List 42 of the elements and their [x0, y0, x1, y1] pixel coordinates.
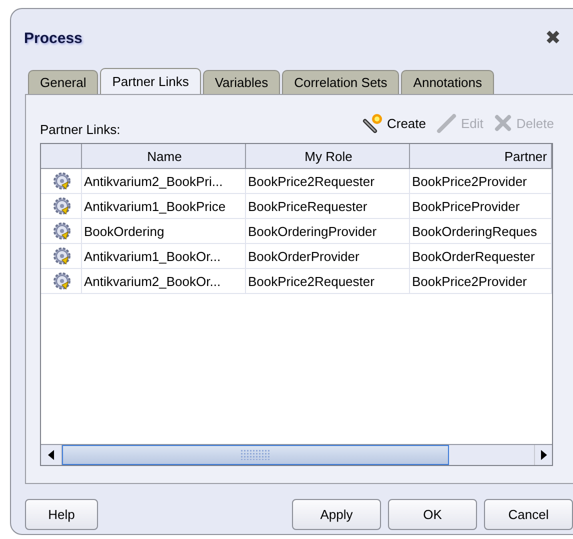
right-arrow-icon [540, 450, 546, 460]
table-cell: BookPrice2Provider [410, 269, 552, 294]
column-header[interactable]: Name [82, 144, 246, 169]
section-label: Partner Links: [40, 122, 120, 136]
table-cell: Antikvarium2_BookPri... [82, 169, 246, 194]
gear-icon [53, 197, 71, 215]
tab[interactable]: Correlation Sets [282, 70, 400, 94]
table-cell: BookOrderRequester [410, 244, 552, 269]
table-cell: Antikvarium1_BookOr... [82, 244, 246, 269]
ok-button[interactable]: OK [388, 499, 477, 530]
left-arrow-icon [48, 450, 54, 460]
tab[interactable]: General [28, 70, 98, 94]
gear-icon [53, 272, 71, 290]
table-cell: BookPrice2Requester [246, 169, 410, 194]
table-cell: Antikvarium1_BookPrice [82, 194, 246, 219]
table-cell: BookPrice2Requester [246, 269, 410, 294]
delete-icon [493, 113, 514, 133]
wand-icon [362, 113, 384, 133]
table-cell: BookOrdering [82, 219, 246, 244]
gear-icon [53, 247, 71, 265]
scrollbar-thumb[interactable] [62, 445, 449, 465]
gear-icon [53, 222, 71, 240]
tab[interactable]: Partner Links [100, 68, 201, 94]
column-header[interactable]: Partner [410, 144, 552, 169]
close-icon[interactable]: ✖ [545, 26, 561, 50]
table-cell: BookPriceRequester [246, 194, 410, 219]
table-cell: BookPriceProvider [410, 194, 552, 219]
table-cell: BookOrderingReques [410, 219, 552, 244]
help-button[interactable]: Help [25, 499, 98, 530]
column-header[interactable]: My Role [246, 144, 410, 169]
window-title: Process [24, 30, 82, 46]
apply-button[interactable]: Apply [292, 499, 381, 530]
gear-icon [53, 172, 71, 190]
pencil-icon [436, 113, 458, 133]
tab[interactable]: Annotations [401, 70, 494, 94]
create-button[interactable]: Create [362, 113, 426, 133]
cancel-button[interactable]: Cancel [484, 499, 573, 530]
tab[interactable]: Variables [202, 70, 280, 94]
table-cell: BookOrderProvider [246, 244, 410, 269]
table-cell: Antikvarium2_BookOr... [82, 269, 246, 294]
table-cell: BookPrice2Provider [410, 169, 552, 194]
table-cell: BookOrderingProvider [246, 219, 410, 244]
